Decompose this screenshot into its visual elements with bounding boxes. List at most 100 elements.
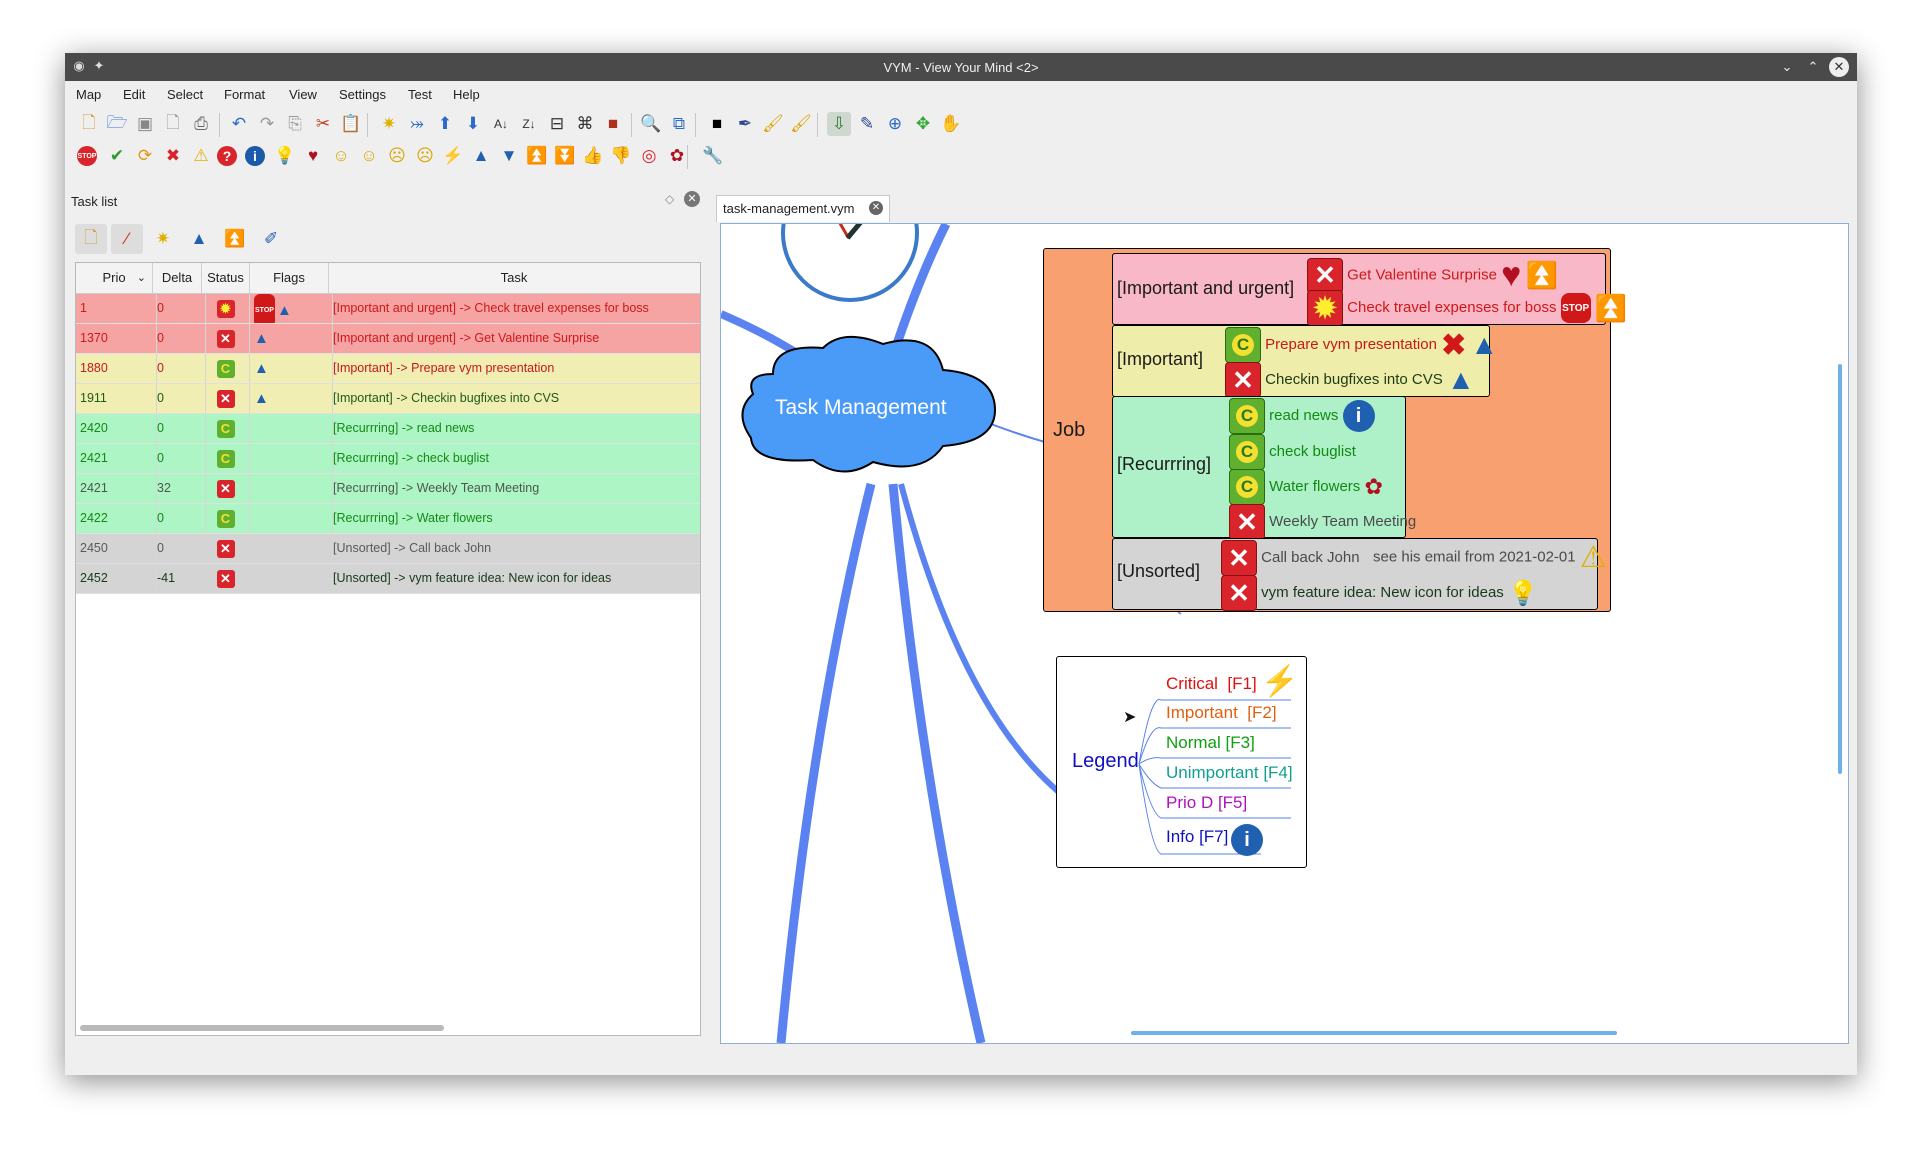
add-branch-icon[interactable]: ✷ <box>377 112 401 136</box>
smiley-omg-icon[interactable]: ☹ <box>413 144 437 168</box>
format-paint-icon[interactable]: 🖌 <box>761 112 785 136</box>
task-checkin[interactable]: ✕ Checkin bugfixes into CVS ▲ <box>1225 362 1475 398</box>
close-panel-icon[interactable]: ✕ <box>684 191 700 207</box>
lightbulb-icon[interactable]: 💡 <box>273 144 297 168</box>
close-tab-icon[interactable]: ✕ <box>869 201 883 215</box>
table-row[interactable]: 2422 0 C [Recurrring] -> Water flowers <box>76 504 700 534</box>
job-node[interactable]: Job <box>1053 419 1085 442</box>
open-folder-icon[interactable]: 🗁 <box>105 112 129 136</box>
column-delta[interactable]: Delta <box>153 263 202 293</box>
recurring-icon[interactable]: ⟳ <box>133 144 157 168</box>
column-flags[interactable]: Flags <box>250 263 329 293</box>
filter-new-icon[interactable]: ✷ <box>147 224 179 254</box>
table-row[interactable]: 2421 0 C [Recurrring] -> check buglist <box>76 444 700 474</box>
filter-arrow-up-icon[interactable]: ▲ <box>183 224 215 254</box>
urgent-group-node[interactable]: [Important and urgent] <box>1117 278 1294 299</box>
cross-icon[interactable]: ✖ <box>161 144 185 168</box>
smiley-neutral-icon[interactable]: ☺ <box>357 144 381 168</box>
column-status[interactable]: Status <box>202 263 250 293</box>
menu-map[interactable]: Map <box>76 87 101 102</box>
question-icon[interactable]: ? <box>217 146 237 166</box>
horizontal-scrollbar[interactable] <box>80 1025 444 1031</box>
save-icon[interactable]: ▣ <box>133 112 157 136</box>
task-travel[interactable]: ✹ Check travel expenses for boss STOP ⏫ <box>1307 290 1627 326</box>
sort-ascending-icon[interactable]: A↓ <box>489 112 513 136</box>
important-group-node[interactable]: [Important] <box>1117 349 1203 370</box>
cut-icon[interactable]: ✂ <box>311 112 335 136</box>
copy-icon[interactable]: ⎘ <box>283 112 307 136</box>
drag-icon[interactable]: ✥ <box>911 112 935 136</box>
tools-icon[interactable]: 🔧 <box>701 144 725 168</box>
legend-item[interactable]: Normal [F3] <box>1166 733 1255 753</box>
picker-icon[interactable]: ✒ <box>733 112 757 136</box>
arrow-down-icon[interactable]: ▼ <box>497 144 521 168</box>
toggle-scroll-icon[interactable]: ⊟ <box>545 112 569 136</box>
lifebelt-icon[interactable]: ◎ <box>637 144 661 168</box>
column-prio[interactable]: Prio ⌄ <box>76 263 153 293</box>
move-down-icon[interactable]: ⬇ <box>461 112 485 136</box>
task-weekly[interactable]: ✕ Weekly Team Meeting <box>1229 504 1416 540</box>
horizontal-scrollbar-map[interactable] <box>1131 1031 1617 1035</box>
rose-icon[interactable]: ✿ <box>665 144 689 168</box>
filter-icon[interactable]: ⧉ <box>667 112 691 136</box>
task-idea[interactable]: ✕ vym feature idea: New icon for ideas 💡 <box>1221 575 1538 611</box>
table-row[interactable]: 1370 0 ✕ ▲ [Important and urgent] -> Get Val… <box>76 324 700 354</box>
tab-task-management[interactable]: task-management.vym ✕ <box>716 195 890 222</box>
sort-descending-icon[interactable]: Z↓ <box>517 112 541 136</box>
vertical-scrollbar[interactable] <box>1838 364 1842 774</box>
mindmap-canvas[interactable]: Task Management Job [Important and urgen… <box>720 223 1849 1044</box>
filter-no-flag-icon[interactable]: ⁄ <box>111 224 143 254</box>
redo-icon[interactable]: ↷ <box>255 112 279 136</box>
menu-edit[interactable]: Edit <box>123 87 145 102</box>
table-row[interactable]: 2452 -41 ✕ [Unsorted] -> vym feature idea: … <box>76 564 700 594</box>
filter-double-arrow-icon[interactable]: ⏫ <box>219 224 251 254</box>
task-prepare[interactable]: C Prepare vym presentation ✖ ▲ <box>1225 327 1498 363</box>
menu-format[interactable]: Format <box>224 87 265 102</box>
color-icon[interactable]: ■ <box>601 112 625 136</box>
table-row[interactable]: 1880 0 C ▲ [Important] -> Prepare vym presen… <box>76 354 700 384</box>
column-task[interactable]: Task <box>329 263 699 293</box>
table-row[interactable]: 1911 0 ✕ ▲ [Important] -> Checkin bugfixes i… <box>76 384 700 414</box>
stop-icon[interactable]: STOP <box>77 146 97 166</box>
legend-item[interactable]: Critical [F1] <box>1166 674 1257 694</box>
branch-icon[interactable]: ⌘ <box>573 112 597 136</box>
black-square-icon[interactable]: ■ <box>705 112 729 136</box>
new-file-icon[interactable]: 🗋 <box>77 112 101 136</box>
maximize-icon[interactable]: ⌃ <box>1803 57 1823 77</box>
task-email-note[interactable]: see his email from 2021-02-01 ⚠ <box>1373 540 1607 575</box>
move-up-icon[interactable]: ⬆ <box>433 112 457 136</box>
format-paint-subtree-icon[interactable]: 🖌 <box>789 112 813 136</box>
table-row[interactable]: 2450 0 ✕ [Unsorted] -> Call back John <box>76 534 700 564</box>
filter-clear-icon[interactable]: ✐ <box>255 224 287 254</box>
legend-node[interactable]: Legend <box>1072 750 1139 773</box>
undo-icon[interactable]: ↶ <box>227 112 251 136</box>
legend-item[interactable]: Info [F7] <box>1166 827 1228 847</box>
find-icon[interactable]: 🔍 <box>639 112 663 136</box>
task-callback[interactable]: ✕ Call back John <box>1221 540 1360 576</box>
float-panel-icon[interactable]: ◇ <box>665 192 674 206</box>
central-node[interactable]: Task Management <box>775 396 947 420</box>
legend-item[interactable]: Prio D [F5] <box>1166 793 1247 813</box>
legend-item[interactable]: Important [F2] <box>1166 703 1277 723</box>
paste-icon[interactable]: 📋 <box>339 112 363 136</box>
arrow-up-icon[interactable]: ▲ <box>469 144 493 168</box>
task-flowers[interactable]: C Water flowers ✿ <box>1229 469 1383 505</box>
recurring-group-node[interactable]: [Recurrring] <box>1117 454 1211 475</box>
thumb-down-icon[interactable]: 👎 <box>609 144 633 168</box>
hand-icon[interactable]: ✋ <box>939 112 963 136</box>
warning-icon[interactable]: ⚠ <box>189 144 213 168</box>
table-row[interactable]: 2420 0 C [Recurrring] -> read news <box>76 414 700 444</box>
heart-icon[interactable]: ♥ <box>301 144 325 168</box>
double-arrow-up-icon[interactable]: ⏫ <box>525 144 549 168</box>
move-icon[interactable]: ⊕ <box>883 112 907 136</box>
task-buglist[interactable]: C check buglist <box>1229 434 1356 470</box>
menu-select[interactable]: Select <box>167 87 203 102</box>
save-as-icon[interactable]: 🗋 <box>161 112 185 136</box>
lightning-icon[interactable]: ⚡ <box>441 144 465 168</box>
menu-settings[interactable]: Settings <box>339 87 386 102</box>
thumb-up-icon[interactable]: 👍 <box>581 144 605 168</box>
menu-help[interactable]: Help <box>453 87 480 102</box>
link-icon[interactable]: ⇩ <box>827 112 851 136</box>
add-branch-before-icon[interactable]: ⤖ <box>405 112 429 136</box>
table-row[interactable]: 2421 32 ✕ [Recurrring] -> Weekly Team Meeti… <box>76 474 700 504</box>
